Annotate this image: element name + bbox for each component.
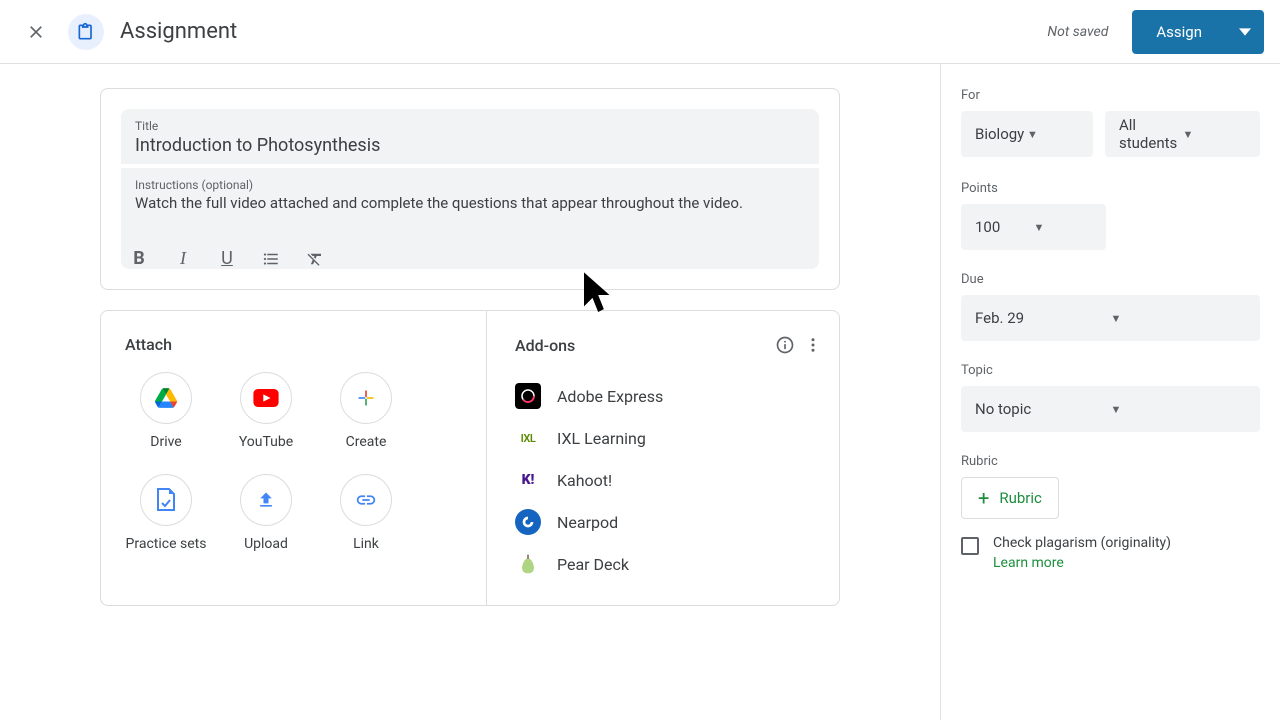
assignment-icon bbox=[68, 14, 104, 50]
due-label: Due bbox=[961, 272, 1260, 287]
attach-create[interactable]: Create bbox=[325, 372, 407, 450]
attach-link-label: Link bbox=[353, 536, 379, 552]
bold-button[interactable]: B bbox=[127, 248, 151, 269]
students-dropdown[interactable]: All students ▼ bbox=[1105, 111, 1260, 157]
close-button[interactable] bbox=[16, 12, 56, 52]
chevron-down-icon: ▼ bbox=[1027, 128, 1079, 141]
learn-more-link[interactable]: Learn more bbox=[993, 555, 1171, 571]
attach-addons-card: Attach Drive YouTube bbox=[100, 310, 840, 606]
attach-heading: Attach bbox=[125, 335, 462, 354]
rubric-label: Rubric bbox=[961, 454, 1260, 469]
attach-link[interactable]: Link bbox=[325, 474, 407, 552]
addon-nearpod[interactable]: Nearpod bbox=[515, 501, 827, 543]
chevron-down-icon: ▼ bbox=[1111, 312, 1247, 325]
chevron-down-icon: ▼ bbox=[1183, 128, 1247, 141]
rubric-button[interactable]: + Rubric bbox=[961, 477, 1059, 519]
assign-dropdown-button[interactable] bbox=[1226, 10, 1264, 54]
link-icon bbox=[340, 474, 392, 526]
class-dropdown[interactable]: Biology ▼ bbox=[961, 111, 1093, 157]
upload-icon bbox=[240, 474, 292, 526]
attach-drive[interactable]: Drive bbox=[125, 372, 207, 450]
clear-format-icon bbox=[306, 250, 324, 268]
topic-value: No topic bbox=[975, 400, 1111, 418]
kahoot-icon: K! bbox=[515, 467, 541, 493]
plagiarism-label: Check plagarism (originality) bbox=[993, 535, 1171, 551]
addon-peardeck[interactable]: Pear Deck bbox=[515, 543, 827, 585]
ixl-icon: IXL bbox=[515, 425, 541, 451]
due-dropdown[interactable]: Feb. 29 ▼ bbox=[961, 295, 1260, 341]
instructions-field[interactable]: Instructions (optional) Watch the full v… bbox=[121, 168, 819, 238]
chevron-down-icon bbox=[1239, 26, 1251, 38]
students-value: All students bbox=[1119, 116, 1183, 152]
format-toolbar: B I U bbox=[121, 238, 819, 269]
title-label: Title bbox=[135, 119, 805, 133]
topic-dropdown[interactable]: No topic ▼ bbox=[961, 386, 1260, 432]
save-status: Not saved bbox=[1047, 24, 1108, 40]
addon-ixl-label: IXL Learning bbox=[557, 429, 646, 448]
drive-icon bbox=[140, 372, 192, 424]
instructions-input[interactable]: Watch the full video attached and comple… bbox=[135, 194, 805, 230]
assign-button[interactable]: Assign bbox=[1132, 10, 1226, 54]
rubric-button-label: Rubric bbox=[999, 489, 1042, 507]
addon-ixl[interactable]: IXL IXL Learning bbox=[515, 417, 827, 459]
attach-section: Attach Drive YouTube bbox=[101, 311, 487, 605]
attach-upload[interactable]: Upload bbox=[225, 474, 307, 552]
class-value: Biology bbox=[975, 125, 1027, 143]
plagiarism-checkbox[interactable] bbox=[961, 537, 979, 555]
for-label: For bbox=[961, 88, 1260, 103]
info-icon bbox=[775, 335, 795, 355]
practice-sets-icon bbox=[140, 474, 192, 526]
attach-create-label: Create bbox=[346, 434, 387, 450]
plus-icon: + bbox=[978, 486, 989, 510]
youtube-icon bbox=[240, 372, 292, 424]
attach-practice-sets[interactable]: Practice sets bbox=[125, 474, 207, 552]
chevron-down-icon: ▼ bbox=[1111, 403, 1247, 416]
addons-heading: Add-ons bbox=[515, 336, 771, 355]
addon-adobe-express-label: Adobe Express bbox=[557, 387, 663, 406]
chevron-down-icon: ▼ bbox=[1034, 221, 1093, 234]
sidebar: For Biology ▼ All students ▼ Points 100 … bbox=[940, 64, 1280, 720]
attach-drive-label: Drive bbox=[150, 434, 181, 450]
page-title: Assignment bbox=[120, 19, 237, 44]
attach-upload-label: Upload bbox=[244, 536, 288, 552]
points-dropdown[interactable]: 100 ▼ bbox=[961, 204, 1106, 250]
points-value: 100 bbox=[975, 218, 1034, 236]
assign-button-group: Assign bbox=[1132, 10, 1264, 54]
underline-button[interactable]: U bbox=[215, 248, 239, 269]
attach-youtube[interactable]: YouTube bbox=[225, 372, 307, 450]
addon-kahoot-label: Kahoot! bbox=[557, 471, 612, 490]
peardeck-icon bbox=[515, 551, 541, 577]
close-icon bbox=[26, 22, 46, 42]
bulleted-list-button[interactable] bbox=[259, 248, 283, 269]
addons-info-button[interactable] bbox=[771, 331, 799, 359]
more-vert-icon bbox=[804, 336, 822, 354]
addon-nearpod-label: Nearpod bbox=[557, 513, 618, 532]
clear-formatting-button[interactable] bbox=[303, 248, 327, 269]
addon-kahoot[interactable]: K! Kahoot! bbox=[515, 459, 827, 501]
main-panel: Title Instructions (optional) Watch the … bbox=[0, 64, 940, 720]
addons-more-button[interactable] bbox=[799, 331, 827, 359]
list-icon bbox=[262, 250, 280, 268]
addon-adobe-express[interactable]: Adobe Express bbox=[515, 375, 827, 417]
adobe-express-icon bbox=[515, 383, 541, 409]
topic-label: Topic bbox=[961, 363, 1260, 378]
addon-peardeck-label: Pear Deck bbox=[557, 555, 629, 574]
nearpod-icon bbox=[515, 509, 541, 535]
title-input[interactable] bbox=[135, 135, 805, 156]
addons-section: Add-ons Adobe Express bbox=[487, 311, 839, 605]
points-label: Points bbox=[961, 181, 1260, 196]
instructions-label: Instructions (optional) bbox=[135, 178, 805, 192]
due-value: Feb. 29 bbox=[975, 309, 1111, 327]
assignment-card: Title Instructions (optional) Watch the … bbox=[100, 88, 840, 290]
attach-practice-sets-label: Practice sets bbox=[126, 536, 207, 552]
italic-button[interactable]: I bbox=[171, 248, 195, 269]
app-header: Assignment Not saved Assign bbox=[0, 0, 1280, 64]
attach-youtube-label: YouTube bbox=[239, 434, 293, 450]
create-icon bbox=[340, 372, 392, 424]
title-field[interactable]: Title bbox=[121, 109, 819, 164]
